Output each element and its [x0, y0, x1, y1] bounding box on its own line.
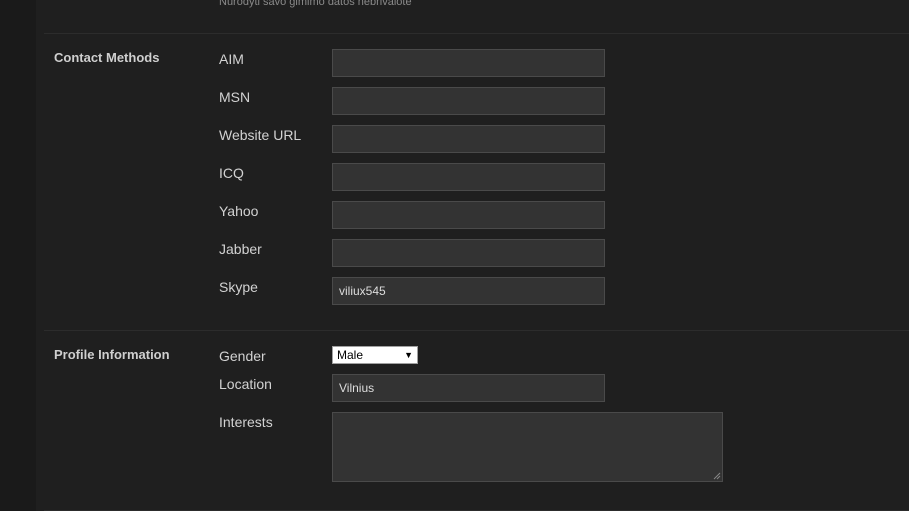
gender-label: Gender	[219, 348, 266, 364]
msn-label: MSN	[219, 89, 251, 105]
icq-input[interactable]	[332, 163, 605, 191]
yahoo-label: Yahoo	[219, 203, 259, 219]
icq-label: ICQ	[219, 165, 244, 181]
aim-label: AIM	[219, 51, 244, 67]
profile-information-title: Profile Information	[54, 347, 170, 362]
gender-selected-value: Male	[337, 348, 364, 362]
gender-select[interactable]: Male ▼	[332, 346, 418, 364]
interests-label: Interests	[219, 414, 273, 430]
left-gutter	[0, 0, 36, 511]
section-divider	[44, 33, 909, 34]
location-label: Location	[219, 376, 272, 392]
resize-grip-icon[interactable]	[713, 472, 721, 480]
section-divider	[44, 330, 909, 331]
jabber-input[interactable]	[332, 239, 605, 267]
birthday-hint: Nurodyti savo gimimo datos nebrivalote	[219, 0, 412, 8]
interests-textarea[interactable]	[332, 412, 723, 482]
msn-input[interactable]	[332, 87, 605, 115]
profile-edit-page: Nurodyti savo gimimo datos nebrivalote C…	[0, 0, 909, 511]
location-input[interactable]: Vilnius	[332, 374, 605, 402]
yahoo-input[interactable]	[332, 201, 605, 229]
skype-input[interactable]: viliux545	[332, 277, 605, 305]
chevron-down-icon: ▼	[404, 350, 413, 360]
website-url-label: Website URL	[219, 127, 302, 143]
contact-methods-title: Contact Methods	[54, 50, 160, 65]
aim-input[interactable]	[332, 49, 605, 77]
skype-label: Skype	[219, 279, 258, 295]
jabber-label: Jabber	[219, 241, 262, 257]
website-url-input[interactable]	[332, 125, 605, 153]
